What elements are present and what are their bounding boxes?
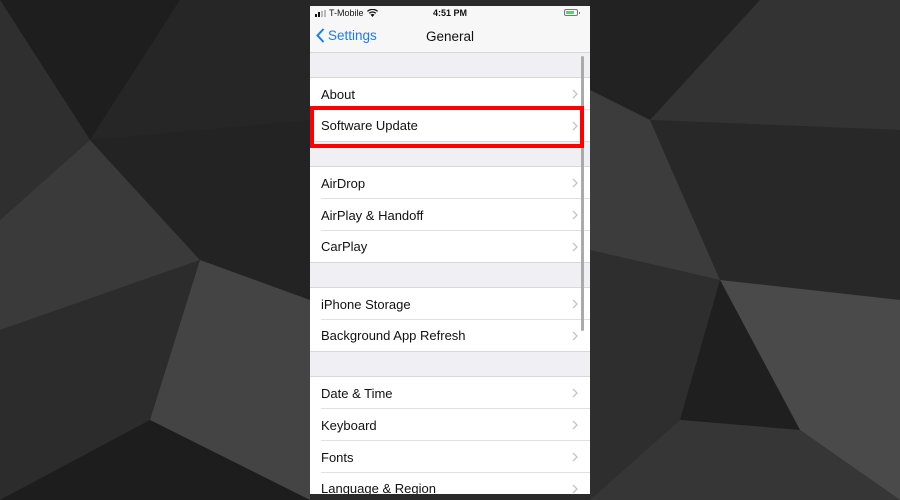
list-item-label: AirPlay & Handoff [321, 207, 424, 223]
page-title: General [425, 29, 475, 44]
chevron-right-icon [572, 299, 578, 309]
section-spacer [310, 53, 590, 78]
chevron-right-icon [572, 388, 578, 398]
status-bar: T-Mobile 4:51 PM [310, 6, 590, 20]
navigation-bar: Settings General [310, 20, 590, 53]
list-item-label: Keyboard [321, 417, 377, 433]
highlight-box [310, 106, 584, 148]
chevron-right-icon [572, 420, 578, 430]
chevron-right-icon [572, 178, 578, 188]
clock: 4:51 PM [432, 8, 467, 18]
list-item-date-time[interactable]: Date & Time [310, 377, 590, 409]
list-item-background-app-refresh[interactable]: Background App Refresh [310, 320, 590, 352]
chevron-right-icon [572, 484, 578, 494]
chevron-right-icon [572, 331, 578, 341]
chevron-right-icon [572, 210, 578, 220]
list-item-label: Background App Refresh [321, 328, 466, 343]
list-item-label: CarPlay [321, 239, 368, 254]
list-item-airplay-handoff[interactable]: AirPlay & Handoff [310, 199, 590, 231]
list-item-keyboard[interactable]: Keyboard [310, 409, 590, 441]
list-item-label: About [321, 86, 355, 102]
list-item-fonts[interactable]: Fonts [310, 441, 590, 473]
list-item-label: AirDrop [321, 175, 366, 191]
list-item-carplay[interactable]: CarPlay [310, 231, 590, 263]
section-spacer [310, 352, 590, 377]
list-item-language-region[interactable]: Language & Region [310, 473, 590, 494]
phone-screen: T-Mobile 4:51 PM Settings General About S… [310, 6, 590, 494]
chevron-right-icon [572, 89, 578, 99]
battery-icon [564, 9, 580, 16]
list-item-iphone-storage[interactable]: iPhone Storage [310, 288, 590, 320]
list-item-label: iPhone Storage [321, 296, 411, 312]
list-item-label: Language & Region [321, 481, 436, 494]
scrollbar[interactable] [581, 56, 584, 331]
list-item-airdrop[interactable]: AirDrop [310, 167, 590, 199]
chevron-right-icon [572, 242, 578, 252]
section-spacer [310, 263, 590, 288]
list-item-label: Date & Time [321, 385, 393, 401]
chevron-right-icon [572, 452, 578, 462]
list-item-label: Fonts [321, 449, 354, 465]
